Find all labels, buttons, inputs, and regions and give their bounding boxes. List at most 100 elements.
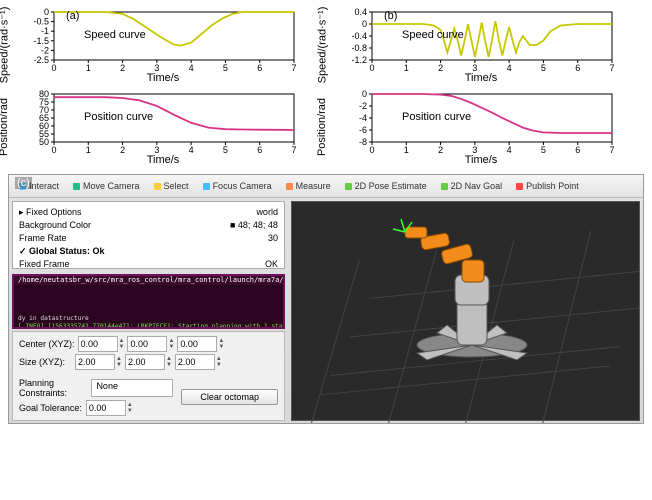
svg-text:0: 0 [369,145,374,155]
toolbar-label: 2D Pose Estimate [355,181,427,191]
svg-text:0: 0 [362,89,367,99]
size-x-field[interactable]: ▲▼ [75,354,122,370]
tree-row[interactable]: ▸ Fixed Optionsworld [19,206,278,219]
svg-text:7: 7 [609,145,614,155]
svg-text:5: 5 [223,145,228,155]
svg-text:1: 1 [404,145,409,155]
toolbar-measure-button[interactable]: Measure [280,178,337,194]
svg-text:-2: -2 [359,101,367,111]
displays-tree[interactable]: ▸ Fixed OptionsworldBackground Color■ 48… [12,201,285,269]
svg-text:0: 0 [51,145,56,155]
svg-text:0.4: 0.4 [354,7,367,17]
svg-text:-4: -4 [359,113,367,123]
clear-octomap-button[interactable]: Clear octomap [181,389,278,405]
chart-c: Position/rad Position curve 012345678075… [8,86,326,168]
svg-text:6: 6 [257,63,262,73]
center-y-field[interactable]: ▲▼ [127,336,174,352]
panel-label-c: (c) [15,177,32,189]
tree-row[interactable]: ✓ Global Status: Ok [19,245,278,258]
fig-label: (b) [384,10,397,22]
toolbar-2d-nav-goal-button[interactable]: 2D Nav Goal [435,178,509,194]
toolbar-icon [203,183,210,190]
svg-text:4: 4 [507,63,512,73]
chart-annotation: Position curve [402,111,471,123]
svg-text:4: 4 [189,63,194,73]
rviz-window: (c) Interact Move Camera Select Focus Camer… [8,174,644,424]
toolbar-label: Select [164,181,189,191]
ylabel: Position/rad [316,98,328,156]
svg-text:6: 6 [575,63,580,73]
chart-a: Speed/(rad·s⁻¹) (a) Speed curve 01234567… [8,4,326,86]
svg-text:5: 5 [541,63,546,73]
toolbar-icon [516,183,523,190]
svg-text:6: 6 [257,145,262,155]
svg-text:1: 1 [86,145,91,155]
toolbar-label: Publish Point [526,181,579,191]
svg-text:-2: -2 [41,45,49,55]
svg-text:2: 2 [120,63,125,73]
svg-text:0: 0 [369,63,374,73]
svg-text:7: 7 [291,63,296,73]
toolbar-icon [286,183,293,190]
robot-model [387,205,557,365]
toolbar-icon [154,183,161,190]
chart-b: Speed/(rad·s⁻¹) (b) Speed curve 01234567… [326,4,644,86]
svg-text:2: 2 [120,145,125,155]
toolbar-icon [345,183,352,190]
svg-text:2: 2 [438,145,443,155]
3d-viewport[interactable] [291,201,640,421]
planning-panel: Center (XYZ): ▲▼ ▲▼ ▲▼ Size (XYZ): ▲▼ ▲▼… [12,331,285,421]
toolbar-icon [73,183,80,190]
fig-label: (a) [66,10,79,22]
svg-text:7: 7 [291,145,296,155]
terminal-line: [ INFO] [1563335742.770144e47]: LBKPIECE… [18,323,285,329]
ylabel: Speed/(rad·s⁻¹) [0,7,11,84]
toolbar-label: 2D Nav Goal [451,181,503,191]
chart-annotation: Position curve [84,111,153,123]
svg-text:5: 5 [223,63,228,73]
toolbar-label: Move Camera [83,181,140,191]
svg-text:0: 0 [362,19,367,29]
svg-text:1: 1 [86,63,91,73]
size-z-field[interactable]: ▲▼ [175,354,222,370]
svg-text:6: 6 [575,145,580,155]
goal-tol-field[interactable]: ▲▼ [86,400,133,416]
constraints-select[interactable]: None [91,379,173,397]
svg-text:0: 0 [44,7,49,17]
size-y-field[interactable]: ▲▼ [125,354,172,370]
svg-text:-1.5: -1.5 [33,36,49,46]
xlabel: Time/s [10,72,316,84]
svg-text:-6: -6 [359,125,367,135]
center-x-field[interactable]: ▲▼ [78,336,125,352]
svg-text:-2.5: -2.5 [33,55,49,65]
tree-row[interactable]: Background Color■ 48; 48; 48 [19,219,278,232]
svg-text:4: 4 [189,145,194,155]
toolbar-move-camera-button[interactable]: Move Camera [67,178,146,194]
constraints-label: Planning Constraints: [19,378,87,398]
ylabel: Speed/(rad·s⁻¹) [316,7,329,84]
rviz-toolbar: Interact Move Camera Select Focus CameraMea… [9,175,643,198]
svg-text:-0.8: -0.8 [351,43,367,53]
terminal-line: dy in datastructure [18,315,89,322]
xlabel: Time/s [328,72,634,84]
toolbar-2d-pose-estimate-button[interactable]: 2D Pose Estimate [339,178,433,194]
svg-text:-0.5: -0.5 [33,17,49,27]
center-z-field[interactable]: ▲▼ [177,336,224,352]
chart-annotation: Speed curve [84,29,146,41]
xlabel: Time/s [10,154,316,166]
toolbar-label: Interact [29,181,59,191]
svg-text:4: 4 [507,145,512,155]
svg-text:-8: -8 [359,137,367,147]
xlabel: Time/s [328,154,634,166]
toolbar-focus-camera-button[interactable]: Focus Camera [197,178,278,194]
chart-annotation: Speed curve [402,29,464,41]
svg-text:7: 7 [609,63,614,73]
tree-row[interactable]: Frame Rate30 [19,232,278,245]
toolbar-publish-point-button[interactable]: Publish Point [510,178,585,194]
terminal[interactable]: /home/neutatsbr_w/src/mra_ros_control/mr… [12,274,285,329]
svg-text:1: 1 [404,63,409,73]
tree-row[interactable]: Fixed FrameOK [19,258,278,269]
svg-text:-0.4: -0.4 [351,31,367,41]
toolbar-select-button[interactable]: Select [148,178,195,194]
chart-d: Position/rad Position curve 012345670-2-… [326,86,644,168]
